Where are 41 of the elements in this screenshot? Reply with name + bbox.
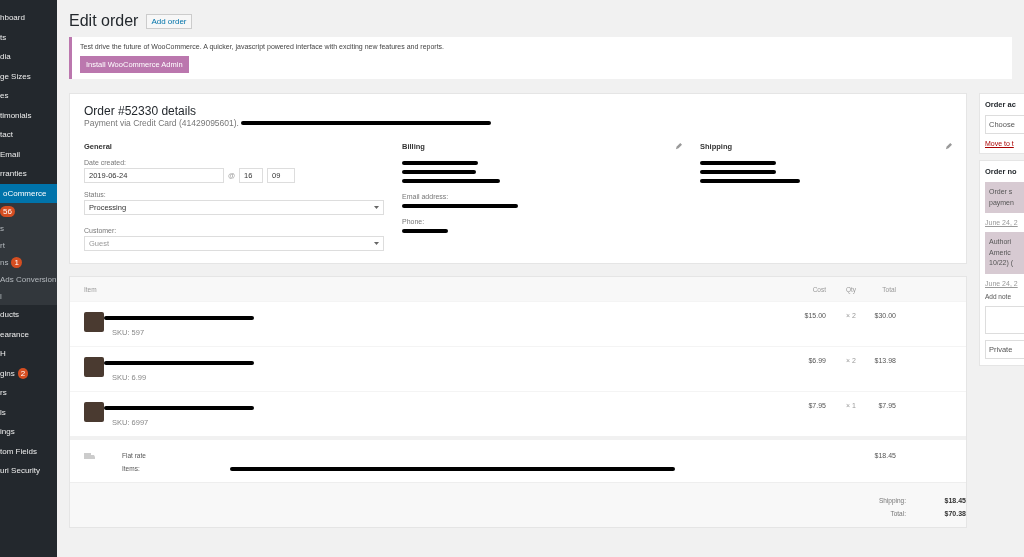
sidebar-item[interactable]: ge Sizes	[0, 66, 57, 86]
sidebar-item[interactable]: hboard	[0, 8, 57, 28]
sidebar-item[interactable]: rranties	[0, 164, 57, 184]
page-title: Edit order	[69, 12, 139, 30]
sidebar-item[interactable]: ts	[0, 27, 57, 47]
caret-icon	[374, 242, 379, 245]
sidebar-item[interactable]: H	[0, 344, 57, 364]
count-badge: 56	[0, 206, 15, 217]
caret-icon	[374, 206, 379, 209]
sidebar-item[interactable]: tom Fields	[0, 441, 57, 461]
sidebar-item[interactable]: l	[0, 288, 57, 305]
pencil-icon[interactable]	[945, 143, 952, 150]
order-title: Order #52330 details	[84, 104, 198, 118]
redaction-mark	[402, 229, 448, 233]
sidebar-item[interactable]: timonials	[0, 105, 57, 125]
sidebar-item[interactable]: s	[0, 220, 57, 237]
sidebar-item[interactable]: 56	[0, 203, 57, 220]
sidebar-item[interactable]: ns 1	[0, 254, 57, 271]
sidebar-item[interactable]: ls	[0, 402, 57, 422]
add-order-button[interactable]: Add order	[146, 13, 192, 29]
sidebar-item[interactable]: rt	[0, 237, 57, 254]
sidebar-item[interactable]: dia	[0, 47, 57, 67]
photo-placeholder	[84, 402, 104, 422]
sidebar-item[interactable]: earance	[0, 324, 57, 344]
sidebar-item[interactable]: oCommerce	[0, 183, 57, 203]
sidebar-item[interactable]: ings	[0, 422, 57, 442]
sidebar-item[interactable]: tact	[0, 125, 57, 145]
sidebar-item[interactable]: Ads Conversion	[0, 271, 57, 288]
sidebar-item[interactable]: Email	[0, 144, 57, 164]
sidebar-item[interactable]: uri Security	[0, 461, 57, 481]
sidebar-item[interactable]: gins 2	[0, 363, 57, 383]
pencil-icon[interactable]	[675, 143, 682, 150]
sidebar-item[interactable]: es	[0, 86, 57, 106]
count-badge: 1	[11, 257, 22, 268]
truck-icon	[84, 452, 95, 461]
payment-text: Payment via Credit Card (41429095601).	[84, 118, 239, 128]
count-badge: 2	[17, 367, 29, 379]
sidebar-item[interactable]: ducts	[0, 305, 57, 325]
photo-placeholder	[84, 312, 104, 332]
sidebar-item[interactable]: rs	[0, 383, 57, 403]
photo-placeholder	[84, 357, 104, 377]
